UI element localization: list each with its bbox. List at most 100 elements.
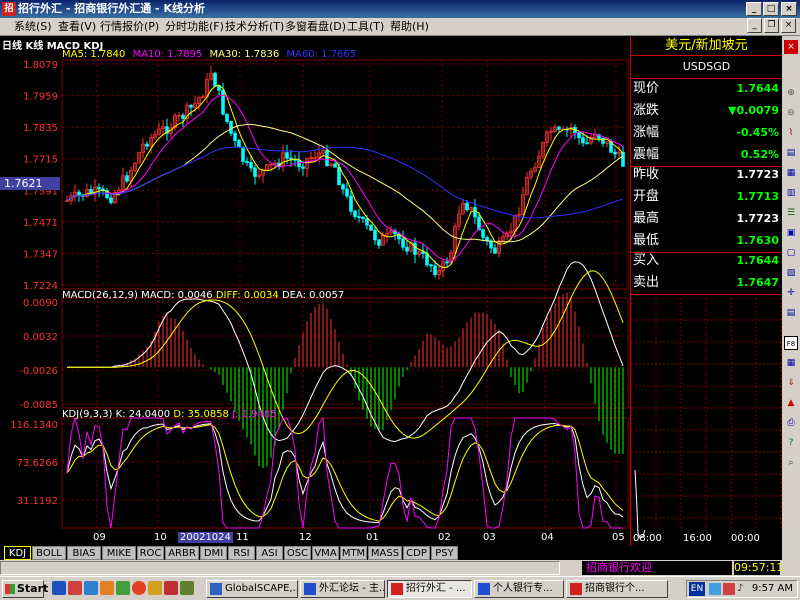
taskbar-zhaohang[interactable]: 招行外汇 - ... [387, 580, 472, 598]
tab-arbr[interactable]: ARBR [165, 546, 199, 560]
chart-quicklaunch-icon[interactable] [164, 581, 178, 595]
window-icon[interactable]: ▣ [784, 226, 798, 240]
candle-body [433, 265, 437, 276]
start-button[interactable]: Start [2, 580, 48, 598]
print-icon[interactable]: ⎙ [784, 416, 798, 430]
tab-rsi[interactable]: RSI [228, 546, 255, 560]
menu-intraday[interactable]: 分时功能(F) [165, 18, 224, 36]
candle-body [473, 207, 477, 218]
cross-icon[interactable]: ✛ [784, 286, 798, 300]
mdi-close-button[interactable]: × [781, 18, 796, 33]
tab-kdj[interactable]: KDJ [4, 546, 31, 560]
tool-quicklaunch-icon[interactable] [180, 581, 194, 595]
tab-roc[interactable]: ROC [137, 546, 164, 560]
candle-body [373, 229, 377, 241]
taskbar-globalscape[interactable]: GlobalSCAPE,... [206, 580, 298, 598]
k-value: K: 24.0400 [115, 409, 171, 420]
label-last: 现价 [633, 81, 660, 96]
firefox-quicklaunch-icon[interactable] [132, 581, 146, 595]
menu-bar: 系统(S) 查看(V) 行情报价(P) 分时功能(F) 技术分析(T) 多窗看盘… [0, 18, 800, 36]
menu-view[interactable]: 查看(V) [58, 18, 96, 36]
taskbar-label: 个人银行专... [493, 583, 553, 594]
ma60-line [66, 146, 624, 219]
candle-body [145, 143, 149, 147]
price-tick-label: 1.7224 [23, 281, 58, 292]
minimize-button[interactable]: _ [746, 2, 762, 16]
row-ask: 卖出 1.7647 [633, 272, 781, 294]
f8-icon[interactable]: F8 [784, 336, 798, 350]
table-icon[interactable]: ▥ [784, 186, 798, 200]
candle-body [233, 132, 237, 141]
maximize-button[interactable]: □ [763, 2, 779, 16]
desktop-quicklaunch-icon[interactable] [84, 581, 98, 595]
menu-system[interactable]: 系统(S) [14, 18, 52, 36]
taskbar-cmb-personal[interactable]: 招商银行个... [566, 580, 668, 598]
x-tick-label: 05 [612, 532, 625, 543]
line-chart-icon[interactable]: ⌇ [784, 126, 798, 140]
marquee-text: 招商银行欢迎 [582, 561, 732, 575]
menu-tools[interactable]: 工具(T) [347, 18, 384, 36]
search-icon[interactable]: ⌕ [784, 456, 798, 470]
price-tick-label: 1.7835 [23, 123, 58, 134]
mail-quicklaunch-icon[interactable] [116, 581, 130, 595]
tab-mtm[interactable]: MTM [340, 546, 367, 560]
menu-help[interactable]: 帮助(H) [390, 18, 429, 36]
tab-bias[interactable]: BIAS [67, 546, 101, 560]
ma5-value: MA5: 1.7840 [62, 49, 126, 60]
menu-multiwindow[interactable]: 多窗看盘(D) [285, 18, 346, 36]
mdi-minimize-button[interactable]: _ [747, 18, 762, 33]
candle-body [97, 186, 101, 190]
download-icon[interactable]: ⇓ [784, 376, 798, 390]
label-high: 最高 [633, 211, 660, 226]
intraday-mini-chart[interactable] [631, 298, 782, 546]
macd-histogram [114, 292, 624, 469]
menu-quotes[interactable]: 行情报价(P) [100, 18, 159, 36]
tab-cdp[interactable]: CDP [403, 546, 430, 560]
tab-osc[interactable]: OSC [284, 546, 311, 560]
stats-icon[interactable]: ▦ [784, 356, 798, 370]
tab-mass[interactable]: MASS [368, 546, 402, 560]
help-icon[interactable]: ? [784, 436, 798, 450]
zoom-in-icon[interactable]: ⊕ [784, 86, 798, 100]
menu-technical[interactable]: 技术分析(T) [225, 18, 284, 36]
form-icon[interactable]: ▤ [784, 306, 798, 320]
label-change: 涨跌 [633, 103, 660, 118]
alert-icon[interactable]: ▲ [784, 396, 798, 410]
network-icon[interactable] [709, 583, 721, 595]
tray-app-icon[interactable] [723, 583, 735, 595]
tab-asi[interactable]: ASI [256, 546, 283, 560]
folder-quicklaunch-icon[interactable] [148, 581, 162, 595]
close-button[interactable]: × [781, 2, 797, 16]
label-amplitude: 震幅 [633, 147, 660, 162]
mdi-restore-button[interactable]: ❐ [764, 18, 779, 33]
list-icon[interactable]: ☰ [784, 206, 798, 220]
app-quicklaunch-icon[interactable] [68, 581, 82, 595]
bar-chart-icon[interactable]: ▤ [784, 146, 798, 160]
language-indicator[interactable]: EN [689, 582, 705, 596]
d-line [66, 424, 624, 522]
media-quicklaunch-icon[interactable] [100, 581, 114, 595]
status-clock: 09:57:11 [734, 561, 784, 575]
row-high: 最高 1.7723 [633, 208, 781, 230]
kline-chart-area[interactable]: 1.8079 1.7959 1.7835 1.7715 1.7591 1.7471 1.73… [0, 36, 630, 546]
candle-body [237, 140, 241, 148]
taskbar-personal-bank[interactable]: 个人银行专... [474, 580, 564, 598]
panel-icon[interactable]: ▢ [784, 246, 798, 260]
calc-icon[interactable]: ▧ [784, 266, 798, 280]
grid-icon[interactable]: ▦ [784, 166, 798, 180]
value-high: 1.7723 [736, 212, 779, 225]
close-panel-icon[interactable]: × [784, 40, 798, 54]
tab-dmi[interactable]: DMI [200, 546, 227, 560]
tab-mike[interactable]: MIKE [102, 546, 136, 560]
taskbar-forum[interactable]: 外汇论坛 - 主... [300, 580, 385, 598]
candle-body [429, 264, 433, 267]
tab-boll[interactable]: BOLL [32, 546, 66, 560]
ma30-value: MA30: 1.7836 [209, 49, 280, 60]
tab-vma[interactable]: VMA [312, 546, 339, 560]
volume-icon[interactable]: ♪ [737, 583, 749, 595]
browser-quicklaunch-icon[interactable] [52, 581, 66, 595]
panel-frame [61, 417, 629, 529]
zoom-out-icon[interactable]: ⊖ [784, 106, 798, 120]
candle-body [213, 72, 217, 87]
tab-psy[interactable]: PSY [431, 546, 458, 560]
